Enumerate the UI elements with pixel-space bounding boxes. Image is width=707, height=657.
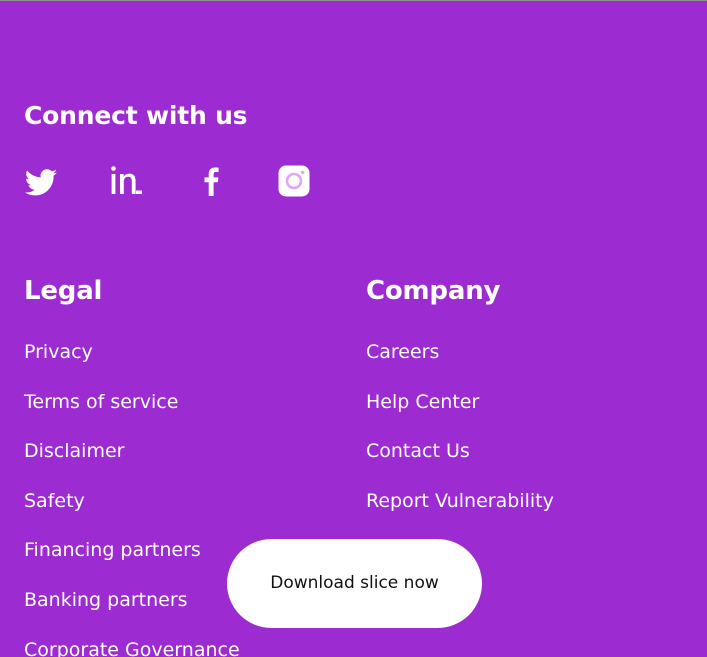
facebook-link[interactable]	[194, 164, 228, 198]
legal-link-item: Disclaimer	[24, 436, 240, 486]
legal-heading: Legal	[24, 276, 103, 306]
instagram-link[interactable]	[277, 164, 311, 198]
contact-us-link[interactable]: Contact Us	[366, 440, 470, 462]
legal-link-item: Corporate Governance	[24, 635, 240, 657]
disclaimer-link[interactable]: Disclaimer	[24, 440, 124, 462]
careers-link[interactable]: Careers	[366, 341, 439, 363]
corporate-governance-link[interactable]: Corporate Governance	[24, 639, 240, 657]
banking-partners-link[interactable]: Banking partners	[24, 589, 188, 611]
terms-of-service-link[interactable]: Terms of service	[24, 391, 178, 413]
connect-heading: Connect with us	[24, 101, 248, 130]
legal-links: Privacy Terms of service Disclaimer Safe…	[24, 337, 240, 657]
legal-link-item: Privacy	[24, 337, 240, 387]
company-link-item: Careers	[366, 337, 554, 387]
report-vulnerability-link[interactable]: Report Vulnerability	[366, 490, 554, 512]
privacy-link[interactable]: Privacy	[24, 341, 93, 363]
linkedin-link[interactable]	[109, 164, 143, 198]
company-link-item: Report Vulnerability	[366, 486, 554, 536]
help-center-link[interactable]: Help Center	[366, 391, 479, 413]
company-link-item: Help Center	[366, 387, 554, 437]
download-app-button[interactable]: Download slice now	[227, 539, 482, 628]
financing-partners-link[interactable]: Financing partners	[24, 539, 201, 561]
legal-link-item: Banking partners	[24, 585, 240, 635]
top-border-line	[0, 0, 707, 1]
company-link-item: Contact Us	[366, 436, 554, 486]
twitter-icon	[24, 169, 57, 196]
instagram-icon	[278, 165, 310, 197]
legal-link-item: Financing partners	[24, 535, 240, 585]
company-heading: Company	[366, 276, 501, 306]
legal-link-item: Safety	[24, 486, 240, 536]
facebook-icon	[204, 167, 219, 196]
safety-link[interactable]: Safety	[24, 490, 85, 512]
linkedin-icon	[111, 166, 142, 194]
legal-link-item: Terms of service	[24, 387, 240, 437]
company-links: Careers Help Center Contact Us Report Vu…	[366, 337, 554, 535]
twitter-link[interactable]	[24, 164, 58, 198]
